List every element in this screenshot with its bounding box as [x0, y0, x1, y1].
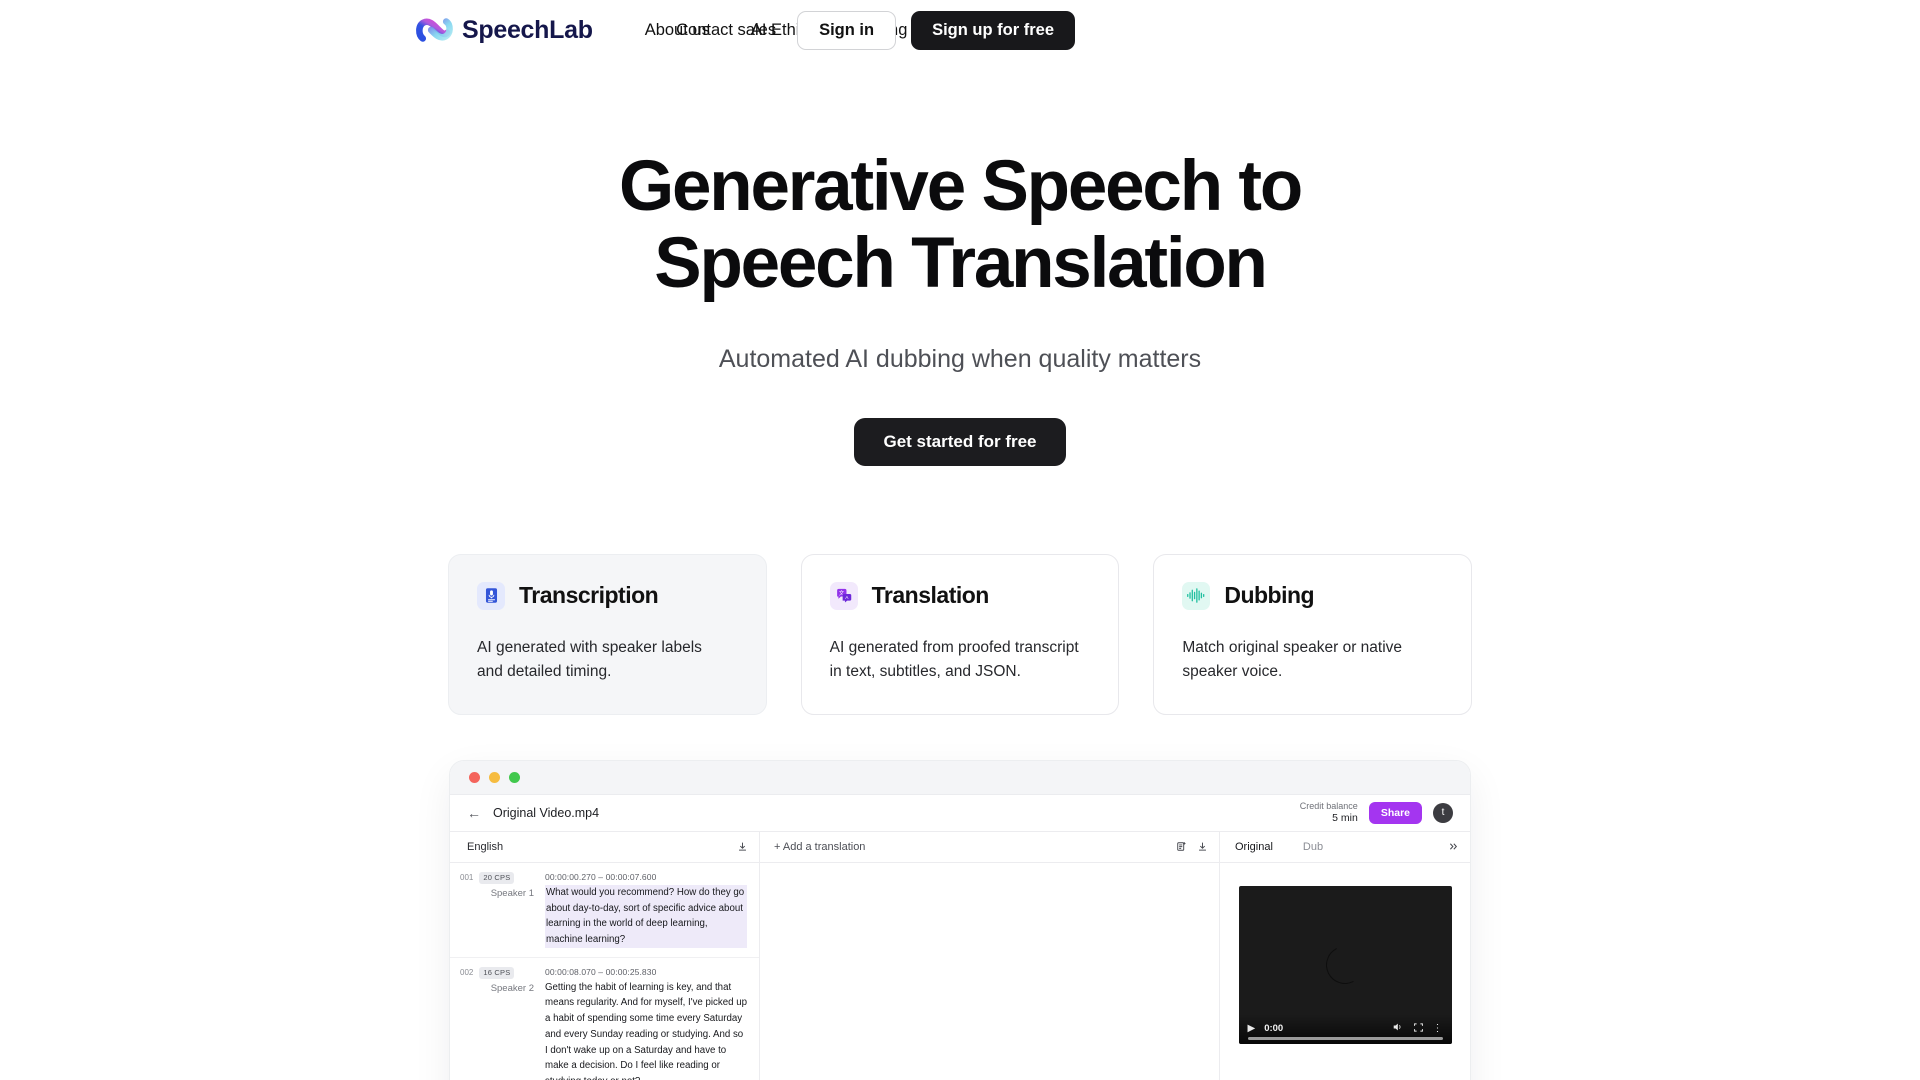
row-index: 001: [460, 873, 474, 883]
card-title: Transcription: [519, 582, 659, 609]
translation-column[interactable]: [760, 862, 1220, 1080]
credit-balance-value: 5 min: [1332, 811, 1358, 824]
card-description: AI generated from proofed transcript in …: [829, 638, 1079, 680]
credit-balance-label: Credit balance: [1299, 800, 1358, 811]
row-timecode: 00:00:08.070 – 00:00:25.830: [545, 966, 657, 977]
fullscreen-icon[interactable]: [1413, 1022, 1424, 1036]
card-title: Translation: [871, 582, 990, 609]
player-time: 0:00: [1264, 1023, 1284, 1035]
window-maximize-button[interactable]: [509, 771, 520, 783]
project-filename: Original Video.mp4: [493, 805, 600, 820]
transcript-column: 001 20 CPS Speaker 1 00:00:00.270 – 00:0…: [450, 862, 760, 1080]
card-header: 文 A Translation: [829, 581, 1091, 610]
preview-column: ▶ 0:00 ⋮: [1220, 863, 1470, 1080]
row-id-line: 001 20 CPS: [460, 871, 536, 884]
row-text[interactable]: Getting the habit of learning is key, an…: [545, 980, 747, 1080]
row-id-line: 002 16 CPS: [460, 966, 536, 979]
hero-section: Generative Speech to Speech Translation …: [0, 148, 1920, 466]
top-navigation: SpeechLab About us AI Ethics Pricing Blo…: [0, 0, 1920, 60]
play-icon[interactable]: ▶: [1248, 1023, 1256, 1034]
card-header: Dubbing: [1182, 581, 1443, 610]
cps-badge: 16 CPS: [479, 966, 515, 979]
chevrons-right-icon[interactable]: [1448, 841, 1459, 852]
credit-balance: Credit balance 5 min: [1300, 801, 1358, 825]
app-header-actions: Credit balance 5 min Share t: [1300, 801, 1453, 825]
share-button[interactable]: Share: [1368, 801, 1422, 824]
nav-actions: Contact sales Sign in Sign up for free: [676, 0, 1075, 60]
window-titlebar: [450, 760, 1470, 795]
sign-in-button[interactable]: Sign in: [797, 10, 897, 50]
speechlab-infinity-logo: [415, 15, 453, 45]
brand-logo[interactable]: SpeechLab: [415, 15, 593, 45]
row-meta: 002 16 CPS Speaker 2: [460, 966, 536, 1080]
add-document-icon[interactable]: [1176, 841, 1187, 852]
player-progress-bar[interactable]: [1247, 1037, 1443, 1040]
translate-bubble-icon: 文 A: [829, 581, 858, 610]
feature-card-dubbing[interactable]: Dubbing Match original speaker or native…: [1153, 553, 1472, 715]
contact-sales-link[interactable]: Contact sales: [676, 21, 776, 40]
editor-toolbar: English + Add a translation Original Dub: [450, 831, 1470, 863]
tab-original[interactable]: Original: [1235, 841, 1273, 853]
avatar[interactable]: t: [1433, 802, 1453, 823]
row-timecode: 00:00:00.270 – 00:00:07.600: [545, 871, 657, 882]
hero-title-line-2: Speech Translation: [654, 224, 1268, 304]
row-body: 00:00:00.270 – 00:00:07.600 What would y…: [536, 872, 747, 948]
get-started-button[interactable]: Get started for free: [854, 417, 1066, 466]
cps-badge: 20 CPS: [479, 871, 515, 884]
brand-name: SpeechLab: [462, 15, 593, 44]
document-microphone-icon: [477, 581, 505, 610]
page-title: Generative Speech to Speech Translation: [0, 148, 1920, 303]
volume-icon[interactable]: [1392, 1021, 1404, 1036]
table-row[interactable]: 001 20 CPS Speaker 1 00:00:00.270 – 00:0…: [450, 863, 759, 958]
feature-cards: Transcription AI generated with speaker …: [448, 553, 1472, 715]
export-download-icon[interactable]: [1197, 841, 1208, 852]
sign-up-button[interactable]: Sign up for free: [911, 10, 1075, 50]
card-description: Match original speaker or native speaker…: [1182, 638, 1403, 680]
hero-title-line-1: Generative Speech to: [618, 147, 1303, 226]
speaker-label[interactable]: Speaker 1: [460, 888, 536, 899]
source-language-label: English: [467, 840, 504, 853]
editor-body: 001 20 CPS Speaker 1 00:00:00.270 – 00:0…: [450, 862, 1470, 1080]
row-body: 00:00:08.070 – 00:00:25.830 Getting the …: [536, 967, 747, 1080]
card-description: AI generated with speaker labels and det…: [477, 638, 702, 680]
tab-dub[interactable]: Dub: [1303, 841, 1323, 853]
hero-subtitle: Automated AI dubbing when quality matter…: [718, 344, 1202, 373]
more-vertical-icon[interactable]: ⋮: [1433, 1023, 1443, 1034]
audio-waveform-icon: [1182, 581, 1211, 610]
row-meta: 001 20 CPS Speaker 1: [460, 871, 536, 948]
card-title: Dubbing: [1224, 582, 1315, 609]
loading-spinner-icon: [1321, 940, 1369, 989]
arrow-left-icon[interactable]: ←: [467, 805, 481, 821]
speaker-label[interactable]: Speaker 2: [460, 983, 536, 994]
app-header: ← Original Video.mp4 Credit balance 5 mi…: [450, 795, 1470, 832]
window-minimize-button[interactable]: [489, 771, 500, 783]
video-player[interactable]: ▶ 0:00 ⋮: [1238, 885, 1452, 1044]
product-screenshot: ← Original Video.mp4 Credit balance 5 mi…: [450, 760, 1470, 1080]
row-text[interactable]: What would you recommend? How do they go…: [545, 884, 747, 948]
table-row[interactable]: 002 16 CPS Speaker 2 00:00:08.070 – 00:0…: [450, 958, 759, 1080]
add-translation-label: + Add a translation: [774, 840, 866, 853]
add-translation-cell[interactable]: + Add a translation: [760, 831, 1220, 862]
card-header: Transcription: [477, 581, 738, 610]
download-icon[interactable]: [737, 841, 748, 852]
window-close-button[interactable]: [469, 771, 480, 783]
feature-card-translation[interactable]: 文 A Translation AI generated from proofe…: [800, 553, 1120, 715]
feature-card-transcription[interactable]: Transcription AI generated with speaker …: [448, 553, 767, 715]
row-index: 002: [460, 968, 474, 978]
source-language-cell: English: [450, 831, 760, 862]
preview-tabs: Original Dub: [1220, 832, 1470, 862]
